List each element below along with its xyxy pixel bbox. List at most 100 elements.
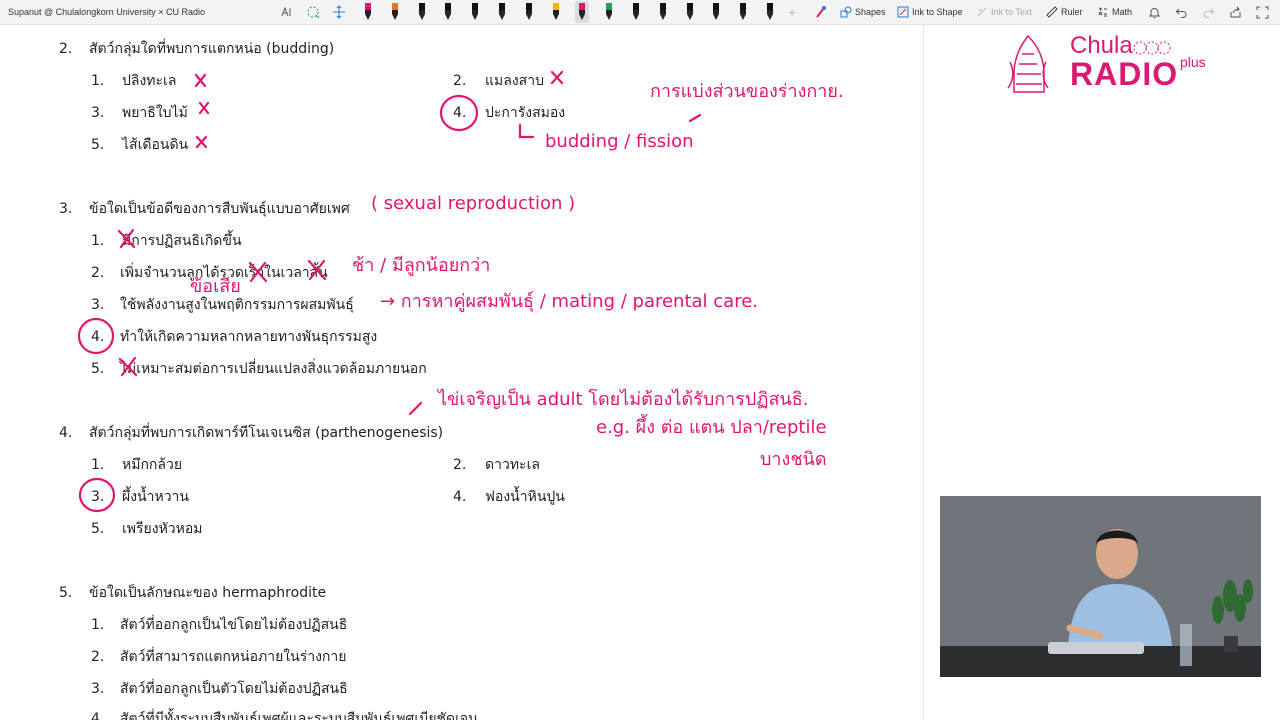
question-2-number: 2. xyxy=(59,41,73,57)
math-label: Math xyxy=(1112,7,1133,17)
q5-option-2-number: 2. xyxy=(91,649,105,665)
q2-option-5-text: ไส้เดือนดิน xyxy=(122,137,189,153)
q3-option-5-number: 5. xyxy=(91,361,105,377)
question-4-number: 4. xyxy=(59,425,73,441)
pen-tool-1[interactable] xyxy=(361,1,375,23)
presenter-video-icon xyxy=(940,496,1261,677)
move-icon[interactable] xyxy=(332,3,346,21)
logo-wave-icon xyxy=(1133,41,1171,55)
q2-wrong-mark-2 xyxy=(550,70,564,85)
q3-opt2-note: ช้า / มีลูกน้อยกว่า xyxy=(352,255,490,276)
q5-option-2-text: สัตว์ที่สามารถแตกหน่อภายในร่างกาย xyxy=(120,649,347,665)
ink-to-text-button[interactable]: Ink to Text xyxy=(976,3,1032,21)
pen-tool-7[interactable] xyxy=(522,1,536,23)
pen-tool-4[interactable] xyxy=(441,1,455,23)
q3-option-2-text: เพิ่มจำนวนลูกได้รวดเร็วในเวลาสั้น xyxy=(120,265,328,281)
question-4-text: สัตว์กลุ่มที่พบการเกิดพาร์ทีโนเจเนซิส (p… xyxy=(89,425,444,441)
q2-option-4-text: ปะการังสมอง xyxy=(485,105,566,121)
q3-title-note: ( sexual reproduction ) xyxy=(371,193,575,214)
redo-icon[interactable] xyxy=(1202,3,1215,21)
q2-wrong-mark-1 xyxy=(194,73,207,88)
q4-option-2-text: ดาวทะเล xyxy=(485,457,540,473)
q4-note-line1: ไข่เจริญเป็น adult โดยไม่ต้องได้รับการปฏ… xyxy=(436,387,808,410)
ink-to-shape-button[interactable]: Ink to Shape xyxy=(897,3,963,21)
q4-option-5-number: 5. xyxy=(91,521,105,537)
q2-note-en: budding / fission xyxy=(545,131,694,152)
pen-tool-9[interactable] xyxy=(575,1,590,23)
q4-option-3-number: 3. xyxy=(91,489,105,505)
q2-option-1-text: ปลิงทะเล xyxy=(122,73,177,89)
pen-tool-8[interactable] xyxy=(549,1,563,23)
q3-opt3-note: → การหาคู่ผสมพันธุ์ / mating / parental … xyxy=(380,291,758,312)
shapes-icon xyxy=(840,6,852,18)
undo-icon[interactable] xyxy=(1175,3,1188,21)
q2-option-4-number: 4. xyxy=(453,105,467,121)
chula-radio-logo: Chula RADIO plus xyxy=(1000,30,1220,100)
worksheet-page: 2. สัตว์กลุ่มใดที่พบการแตกหน่อ (budding)… xyxy=(0,25,923,720)
q4-option-2-number: 2. xyxy=(453,457,467,473)
page-divider xyxy=(923,25,924,720)
ruler-button[interactable]: Ruler xyxy=(1046,3,1083,21)
ink-replay-icon[interactable] xyxy=(814,3,828,21)
q2-option-2-number: 2. xyxy=(453,73,467,89)
ink-to-shape-label: Ink to Shape xyxy=(912,7,963,17)
q3-option-2-number: 2. xyxy=(91,265,105,281)
q5-option-3-number: 3. xyxy=(91,681,105,697)
shapes-label: Shapes xyxy=(855,7,886,17)
q3-option-1-number: 1. xyxy=(91,233,105,249)
ink-to-text-label: Ink to Text xyxy=(991,7,1032,17)
pen-tool-14[interactable] xyxy=(709,1,723,23)
q5-option-1-text: สัตว์ที่ออกลูกเป็นไข่โดยไม่ต้องปฏิสนธิ xyxy=(120,617,348,633)
pen-tool-3[interactable] xyxy=(415,1,429,23)
q4-option-5-text: เพรียงหัวหอม xyxy=(122,521,203,537)
q5-option-4-text: สัตว์ที่มีทั้งระบบสืบพันธุ์เพศผู้และระบบ… xyxy=(120,711,478,720)
ink-to-text-icon xyxy=(977,7,987,17)
pen-tool-5[interactable] xyxy=(468,1,482,23)
notification-bell-icon[interactable] xyxy=(1148,3,1161,21)
q2-option-1-number: 1. xyxy=(91,73,105,89)
shapes-button[interactable]: Shapes xyxy=(840,3,886,21)
q2-note-thai: การแบ่งส่วนของร่างกาย. xyxy=(650,81,844,102)
question-5-text: ข้อใดเป็นลักษณะของ hermaphrodite xyxy=(89,585,327,601)
q5-option-4-number: 4. xyxy=(91,711,105,720)
q3-option-4-number: 4. xyxy=(91,329,105,345)
pen-tool-12[interactable] xyxy=(656,1,670,23)
q3-option-4-text: ทำให้เกิดความหลากหลายทางพันธุกรรมสูง xyxy=(120,329,378,345)
q4-note-line2: e.g. ผึ้ง ต่อ แตน ปลา/reptile xyxy=(596,414,827,438)
pen-tool-15[interactable] xyxy=(736,1,750,23)
window-title: Supanut @ Chulalongkorn University × CU … xyxy=(8,7,205,17)
ruler-icon xyxy=(1046,6,1058,18)
math-button[interactable]: Math xyxy=(1097,3,1132,21)
pen-tool-16[interactable] xyxy=(763,1,777,23)
pen-tool-10[interactable] xyxy=(602,1,616,23)
pen-tool-6[interactable] xyxy=(495,1,509,23)
q4-option-4-number: 4. xyxy=(453,489,467,505)
q5-option-1-number: 1. xyxy=(91,617,105,633)
q3-option-3-text: ใช้พลังงานสูงในพฤติกรรมการผสมพันธุ์ xyxy=(120,297,354,313)
q5-option-3-text: สัตว์ที่ออกลูกเป็นตัวโดยไม่ต้องปฏิสนธิ xyxy=(120,681,348,697)
ink-to-shape-icon xyxy=(897,6,909,18)
pen-tool-2[interactable] xyxy=(388,1,402,23)
q4-option-1-text: หมึกกล้วย xyxy=(122,457,183,473)
math-icon xyxy=(1098,7,1107,17)
add-space-icon[interactable] xyxy=(306,3,320,21)
q4-option-1-number: 1. xyxy=(91,457,105,473)
q2-option-2-text: แมลงสาบ xyxy=(485,73,544,89)
q2-wrong-mark-4 xyxy=(195,135,208,149)
logo-text-bottom: RADIO xyxy=(1070,56,1179,92)
q2-option-5-number: 5. xyxy=(91,137,105,153)
pen-tool-11[interactable] xyxy=(629,1,643,23)
add-pen-icon[interactable]: + xyxy=(788,3,796,21)
lasso-select-icon[interactable] xyxy=(280,3,294,21)
q2-wrong-mark-3 xyxy=(198,101,210,115)
presenter-video[interactable] xyxy=(940,496,1261,677)
fullscreen-icon[interactable] xyxy=(1256,3,1269,21)
q2-option-3-number: 3. xyxy=(91,105,105,121)
ruler-label: Ruler xyxy=(1061,7,1083,17)
q3-option-1-text: มีการปฏิสนธิเกิดขึ้น xyxy=(122,233,242,249)
pen-tool-13[interactable] xyxy=(683,1,697,23)
q4-option-3-text: ผึ้งน้ำหวาน xyxy=(122,489,189,505)
question-5-number: 5. xyxy=(59,585,73,601)
share-icon[interactable] xyxy=(1229,3,1242,21)
question-3-number: 3. xyxy=(59,201,73,217)
